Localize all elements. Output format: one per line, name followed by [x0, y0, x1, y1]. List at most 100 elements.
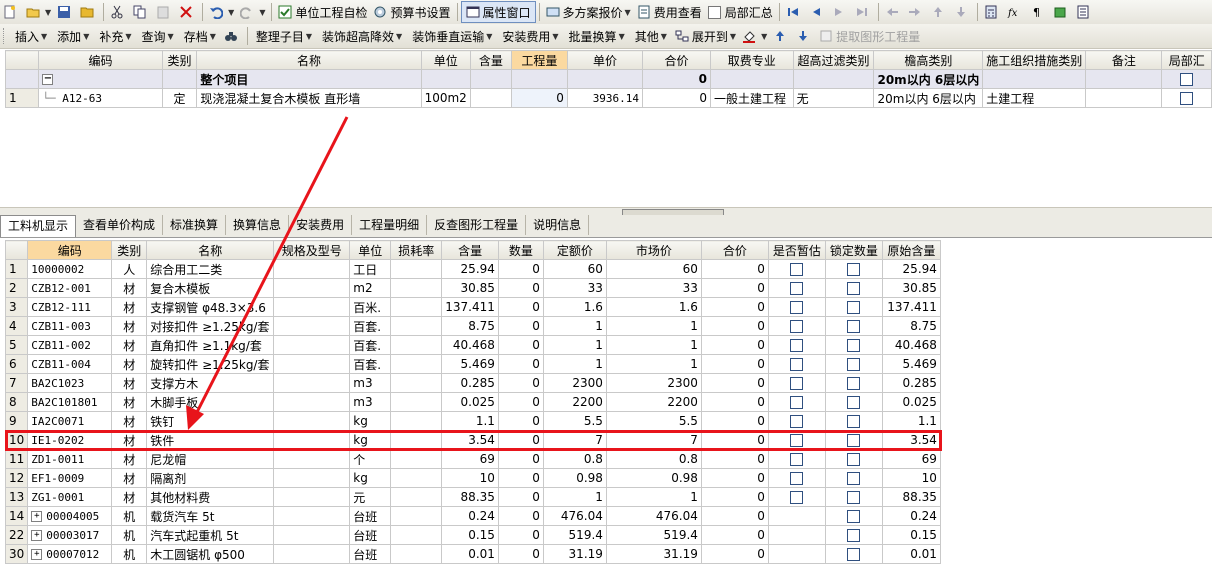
orig-cell[interactable]: 0.025 [881, 392, 941, 412]
market-cell[interactable]: 2200 [605, 392, 702, 412]
type-cell[interactable]: 定 [161, 88, 198, 108]
content-cell[interactable]: 5.469 [441, 354, 499, 374]
code-cell[interactable]: IA2C0071 [27, 411, 113, 431]
tab-qty-detail[interactable]: 工程量明细 [352, 215, 428, 235]
code-cell[interactable]: BA2C1023 [27, 373, 113, 393]
col-header[interactable]: 名称 [196, 50, 422, 70]
loss-cell[interactable] [390, 411, 443, 431]
type-cell[interactable]: 材 [111, 297, 148, 317]
content-cell[interactable]: 137.411 [441, 297, 499, 317]
move-up-button[interactable] [928, 2, 951, 22]
lock-cell[interactable] [824, 411, 883, 431]
row-number[interactable]: 22 [4, 525, 29, 545]
fee-cell[interactable]: 一般土建工程 [709, 88, 794, 108]
row-number[interactable]: 4 [4, 316, 29, 336]
checkbox[interactable] [790, 377, 804, 390]
table-row[interactable]: 10 IE1-0202 材铁件 kg 3.54 0 7 7 0 3.54 [4, 430, 941, 450]
market-cell[interactable]: 0.8 [605, 449, 702, 469]
amount-cell[interactable]: 0 [497, 544, 544, 564]
spec-cell[interactable] [273, 297, 351, 317]
table-row[interactable]: 14 +00004005 机载货汽车 5t 台班 0.24 0 476.04 476.04 0 0… [4, 506, 941, 526]
content-cell[interactable]: 3.54 [441, 430, 499, 450]
fee-cell[interactable] [709, 69, 794, 89]
row-number[interactable]: 8 [4, 392, 29, 412]
last-record-button[interactable] [852, 2, 875, 22]
checkbox[interactable] [790, 282, 804, 295]
redo-button[interactable]: ▼ [237, 2, 268, 22]
amount-cell[interactable]: 0 [497, 278, 544, 298]
loss-cell[interactable] [390, 487, 443, 507]
unit-cell[interactable]: kg [349, 430, 392, 450]
table-row[interactable]: 30 +00007012 机木工圆锯机 φ500 台班 0.01 0 31.19 31.19 0… [4, 544, 941, 564]
eave-cell[interactable]: 20m以内 6层以内 [873, 69, 984, 89]
spec-cell[interactable] [273, 506, 351, 526]
col-header-selected[interactable]: 工程量 [510, 50, 568, 70]
type-cell[interactable]: 机 [111, 525, 148, 545]
col-header[interactable]: 编码 [38, 50, 163, 70]
code-cell[interactable]: IE1-0202 [27, 430, 113, 450]
org-cell[interactable]: 土建工程 [982, 88, 1087, 108]
quota-cell[interactable]: 476.04 [542, 506, 607, 526]
temp-cell[interactable] [767, 278, 826, 298]
checkbox[interactable] [847, 396, 861, 409]
temp-cell[interactable] [767, 544, 826, 564]
total-cell[interactable]: 0 [700, 316, 769, 336]
tab-standard-convert[interactable]: 标准换算 [163, 215, 227, 235]
checkbox[interactable] [790, 491, 804, 504]
orig-cell[interactable]: 69 [881, 449, 941, 469]
orig-cell[interactable]: 1.1 [881, 411, 941, 431]
quota-cell[interactable]: 1 [542, 316, 607, 336]
quota-cell[interactable]: 33 [542, 278, 607, 298]
market-cell[interactable]: 60 [605, 259, 702, 279]
collapse-icon[interactable]: − [42, 74, 54, 85]
content-cell[interactable]: 69 [441, 449, 499, 469]
spec-cell[interactable] [273, 487, 351, 507]
table-row[interactable]: 4 CZB11-003 材对接扣件 ≥1.25kg/套 百套. 8.75 0 1 1 0 8.75 [4, 316, 941, 336]
spec-cell[interactable] [273, 354, 351, 374]
col-header[interactable]: 含量 [469, 50, 512, 70]
eave-cell[interactable]: 20m以内 6层以内 [873, 88, 984, 108]
partial-summary-check[interactable] [707, 5, 721, 19]
orig-cell[interactable]: 25.94 [881, 259, 941, 279]
price-cell[interactable] [566, 69, 644, 89]
move-left-button[interactable] [882, 2, 905, 22]
total-cell[interactable]: 0 [700, 468, 769, 488]
fill-color-button[interactable]: ▼ [739, 26, 770, 46]
table-row[interactable]: 8 BA2C101801 材木脚手板 m3 0.025 0 2200 2200 0 0.025 [4, 392, 941, 412]
type-cell[interactable]: 材 [111, 373, 148, 393]
spec-cell[interactable] [273, 449, 351, 469]
row-number[interactable]: 9 [4, 411, 29, 431]
orig-cell[interactable]: 0.01 [881, 544, 941, 564]
loss-cell[interactable] [390, 392, 443, 412]
note-cell[interactable] [1085, 69, 1163, 89]
type-cell[interactable]: 材 [111, 449, 148, 469]
unit-cell[interactable]: m2 [349, 278, 392, 298]
col-header[interactable]: 单价 [566, 50, 644, 70]
unit-cell[interactable]: 100m2 [420, 88, 471, 108]
total-cell[interactable]: 0 [700, 525, 769, 545]
find-button[interactable] [221, 26, 244, 46]
unit-cell[interactable]: m3 [349, 373, 392, 393]
type-cell[interactable]: 材 [111, 487, 148, 507]
save-folder-button[interactable] [77, 2, 100, 22]
row-number[interactable]: 10 [4, 430, 29, 450]
supplement-menu[interactable]: 补充 ▼ [94, 26, 136, 46]
row-number[interactable]: 6 [4, 354, 29, 374]
loss-cell[interactable] [390, 259, 443, 279]
name-cell[interactable]: 铁件 [146, 430, 275, 450]
spec-cell[interactable] [273, 335, 351, 355]
quota-cell[interactable]: 1.6 [542, 297, 607, 317]
tab-reverse-graphic-qty[interactable]: 反查图形工程量 [427, 215, 527, 235]
temp-cell[interactable] [767, 316, 826, 336]
total-cell[interactable]: 0 [642, 88, 711, 108]
table-row[interactable]: 13 ZG1-0001 材其他材料费元 88.35 0 1 1 0 88.35 [4, 487, 941, 507]
quota-cell[interactable]: 0.98 [542, 468, 607, 488]
row-number[interactable]: 2 [4, 278, 29, 298]
checkbox[interactable] [790, 453, 804, 466]
loss-cell[interactable] [390, 430, 443, 450]
total-cell[interactable]: 0 [700, 487, 769, 507]
prev-record-button[interactable] [806, 2, 829, 22]
total-cell[interactable]: 0 [700, 411, 769, 431]
temp-cell[interactable] [767, 411, 826, 431]
code-cell[interactable]: +00004005 [27, 506, 113, 526]
